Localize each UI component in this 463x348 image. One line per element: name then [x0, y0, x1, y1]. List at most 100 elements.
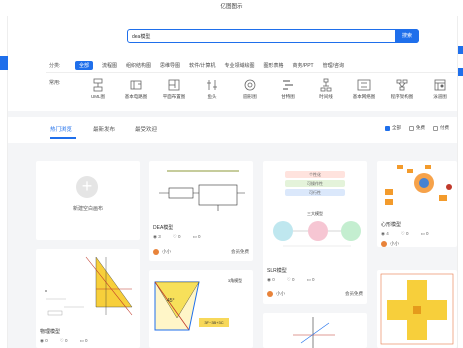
comments-count: ▭ 0	[79, 338, 88, 343]
template-search-panel: 搜索 分类: 全部 流程图 组织结构图 思维导图 软件/计算机 专业领域绘图 图…	[8, 16, 457, 111]
common-item-architecture[interactable]: 程序架构图	[383, 74, 421, 100]
common-item-network[interactable]: 基本网络图	[345, 74, 383, 100]
template-card-heart[interactable]: 心形模型 ◉ 4 ♡ 0 ▭ 0 小小	[377, 161, 457, 247]
common-item-label: 基本电路图	[124, 94, 148, 99]
avatar	[381, 241, 387, 247]
heart-thumbnail	[377, 161, 457, 216]
category-management[interactable]: 管理/咨询	[323, 62, 344, 69]
category-all[interactable]: 全部	[75, 60, 94, 70]
common-item-swimlane[interactable]: 泳道图	[421, 74, 459, 100]
divider	[46, 72, 456, 73]
tab-hot[interactable]: 热门浏览	[50, 125, 72, 133]
triangle-formula: 3F~3B+3C	[204, 320, 223, 325]
avatar	[267, 291, 273, 297]
card-author[interactable]: 小小	[267, 291, 285, 297]
views-count: ◉ 4	[381, 231, 389, 236]
category-label: 分类:	[49, 62, 61, 69]
common-label: 常用:	[49, 80, 61, 86]
filter-label: 全部	[392, 125, 401, 130]
category-flowchart[interactable]: 流程图	[102, 62, 117, 69]
tab-popular[interactable]: 最受欢迎	[135, 125, 157, 133]
common-item-fishbone[interactable]: 鱼头	[193, 74, 231, 100]
common-item-label: UML图	[90, 94, 105, 99]
card-stats: ◉ 3 ♡ 0 ▭ 0	[153, 234, 213, 240]
price-filters: 全部 免费 付费	[377, 125, 449, 131]
yellow-cross-thumbnail	[377, 270, 457, 348]
slr-box3: 可行性	[309, 189, 321, 195]
template-card-cross[interactable]	[263, 313, 367, 348]
circle-diagram-icon	[243, 78, 257, 92]
filter-free[interactable]: 免费	[409, 125, 425, 131]
common-item-timeline[interactable]: 时间线	[307, 74, 345, 100]
common-item-floorplan[interactable]: 平面布置图	[155, 74, 193, 100]
template-card-dea[interactable]: DEA模型 ◉ 3 ♡ 0 ▭ 0 小小 会员免费	[149, 161, 253, 261]
filter-label: 免费	[416, 125, 425, 130]
search-button[interactable]: 搜索	[395, 29, 419, 43]
common-item-label: 平面布置图	[162, 94, 186, 99]
card-title: SLR模型	[267, 268, 287, 274]
common-types-row: UML图 基本电路图 平面布置图 鱼头 圆形图 甘特图 时间线 基本网络图 程序…	[79, 74, 461, 106]
gantt-icon	[281, 78, 295, 92]
common-item-uml[interactable]: UML图	[79, 74, 117, 100]
views-count: ◉ 0	[267, 277, 275, 282]
category-software[interactable]: 软件/计算机	[189, 62, 215, 69]
slr-box1: 个性化	[309, 171, 321, 177]
slr-thumbnail: 个性化 可操作性 可行性 三大模型	[263, 161, 367, 261]
dea-thumbnail	[149, 161, 253, 219]
top-bar: 亿图图示	[0, 0, 463, 16]
card-stats: ◉ 4 ♡ 0 ▭ 0	[381, 231, 441, 237]
category-org-chart[interactable]: 组织结构图	[126, 62, 151, 69]
card-title: 心形模型	[381, 222, 402, 228]
template-tabs-bar: 热门浏览 最新发布 最受欢迎 全部 免费 付费	[8, 117, 457, 143]
app-title: 亿图图示	[220, 4, 243, 10]
likes-count: ♡ 0	[59, 338, 68, 343]
slr-title: 三大模型	[307, 210, 323, 216]
common-item-label: 圆形图	[243, 94, 257, 99]
common-item-circuit[interactable]: 基本电路图	[117, 74, 155, 100]
cross-thumbnail	[263, 313, 367, 348]
plus-icon: +	[76, 176, 98, 198]
filter-all[interactable]: 全部	[385, 125, 401, 131]
common-item-circle-diagram[interactable]: 圆形图	[231, 74, 269, 100]
avatar	[153, 249, 159, 255]
views-count: ◉ 0	[40, 338, 48, 343]
card-author[interactable]: 小小	[381, 241, 399, 247]
search-input[interactable]	[132, 32, 382, 41]
floorplan-icon	[167, 78, 181, 92]
left-sidebar	[0, 16, 8, 348]
swimlane-icon	[433, 78, 447, 92]
views-count: ◉ 3	[153, 234, 161, 239]
new-canvas-label: 新建空白画布	[72, 206, 103, 212]
common-item-gantt[interactable]: 甘特图	[269, 74, 307, 100]
template-card-triangle[interactable]: 3角模型 45° 3F~3B+3C	[149, 270, 253, 348]
likes-count: ♡ 0	[286, 277, 295, 282]
common-item-label: 时间线	[319, 94, 333, 99]
card-author[interactable]: 小小	[153, 249, 171, 255]
new-blank-canvas-card[interactable]: + 新建空白画布	[36, 161, 140, 240]
common-item-label: 甘特图	[281, 94, 295, 99]
template-card-physics[interactable]: 物理模型 ◉ 0 ♡ 0 ▭ 0	[36, 249, 140, 348]
category-graphics-tables[interactable]: 图形表格	[263, 62, 283, 69]
card-title: 物理模型	[40, 329, 61, 335]
common-item-label: 鱼头	[207, 94, 217, 99]
checkbox[interactable]	[409, 125, 414, 131]
card-price: 会员免费	[231, 249, 249, 254]
category-professional[interactable]: 专业领域绘图	[224, 62, 254, 69]
template-card-slr[interactable]: 个性化 可操作性 可行性 三大模型 SLR模型 ◉ 0 ♡ 0 ▭ 0 小小 会…	[263, 161, 367, 304]
category-mind-map[interactable]: 思维导图	[160, 62, 180, 69]
right-sidebar	[457, 16, 463, 348]
template-card-yellow-cross[interactable]	[377, 270, 457, 348]
physics-thumbnail	[36, 249, 140, 323]
category-business-ppt[interactable]: 商务/PPT	[292, 62, 313, 69]
comments-count: ▭ 0	[420, 231, 429, 236]
filter-paid[interactable]: 付费	[433, 125, 449, 131]
common-item-label: 基本网络图	[352, 94, 376, 99]
tab-latest[interactable]: 最新发布	[93, 125, 115, 133]
likes-count: ♡ 0	[400, 231, 409, 236]
checkbox[interactable]	[433, 125, 438, 131]
category-row: 分类: 全部 流程图 组织结构图 思维导图 软件/计算机 专业领域绘图 图形表格…	[49, 60, 353, 70]
checkbox-checked[interactable]	[385, 125, 390, 131]
left-sidebar-active-marker	[0, 56, 8, 70]
filter-label: 付费	[440, 125, 449, 130]
right-sidebar-marker[interactable]	[458, 46, 463, 54]
